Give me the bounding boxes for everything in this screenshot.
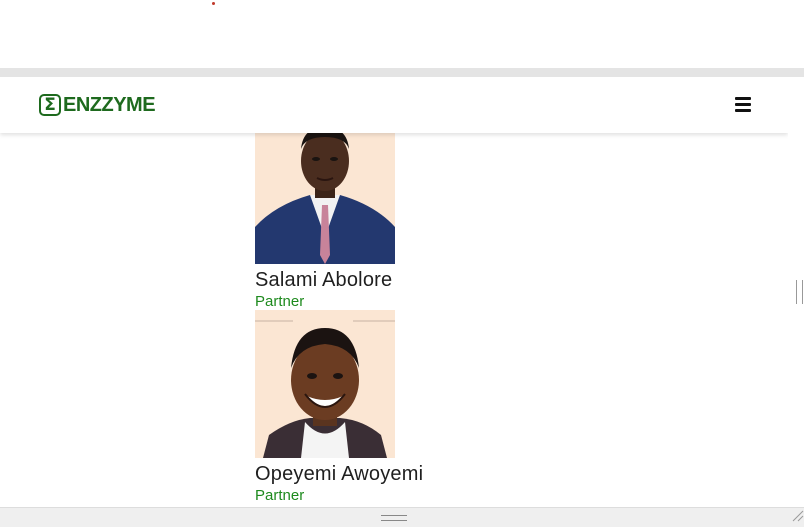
red-dot	[212, 2, 215, 5]
portrait-image	[255, 310, 395, 458]
team-member-role: Partner	[255, 293, 305, 310]
team-member-photo	[255, 310, 395, 458]
brand-name: ENZZYME	[63, 93, 156, 116]
team-member-card: Opeyemi Awoyemi Partner	[255, 310, 555, 504]
team-member-name: Salami Abolore	[255, 269, 393, 291]
scrollbar-grip[interactable]	[796, 280, 803, 304]
sigma-logo-icon: Σ	[39, 94, 61, 116]
site-viewport: Salami Abolore Partner Opeyemi Awoyemi P…	[0, 77, 788, 507]
divider-band	[0, 68, 804, 77]
brand-logo[interactable]: Σ ENZZYME	[39, 92, 156, 118]
team-member-name: Opeyemi Awoyemi	[255, 463, 424, 485]
resize-corner-icon[interactable]	[790, 508, 804, 522]
drag-handle-icon[interactable]	[381, 515, 407, 521]
page-top-area	[0, 0, 804, 68]
site-navbar: Σ ENZZYME	[0, 77, 788, 133]
team-member-role: Partner	[255, 487, 305, 504]
hamburger-menu-icon[interactable]	[735, 97, 751, 112]
